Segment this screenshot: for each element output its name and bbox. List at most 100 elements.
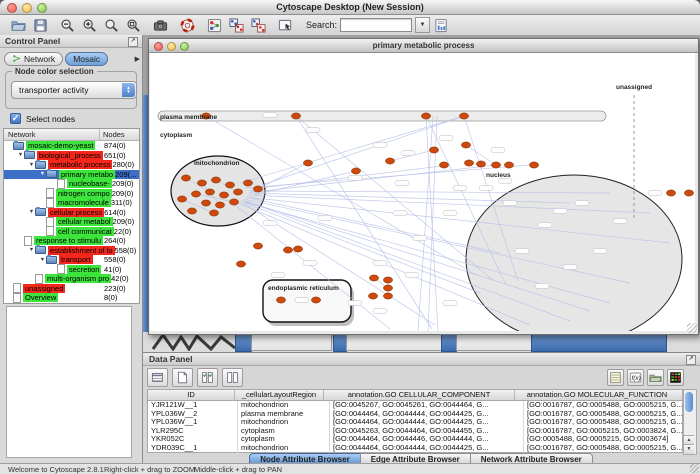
annotation-icon[interactable] (277, 17, 294, 34)
network-node[interactable] (383, 285, 392, 291)
tree-item-cellular-metabol[interactable]: cellular metabol209(0) (4, 217, 139, 227)
zoom-fit-icon[interactable] (103, 17, 120, 34)
network-node[interactable] (276, 297, 285, 303)
zoom-button[interactable] (37, 3, 47, 13)
tree-item-cell-communicat[interactable]: cell communicat22(0) (4, 227, 139, 237)
attribute-table[interactable]: ID_cellularLayoutRegionannotation.GO CEL… (147, 389, 683, 453)
select-nodes-checkbox[interactable]: ✓ (10, 113, 21, 124)
table-row[interactable]: YPL036W__2plasma membrane[GO:0044464, GO… (148, 410, 682, 419)
help-icon[interactable] (179, 17, 196, 34)
tree-item-cellular-process[interactable]: ▼cellular process614(0) (4, 208, 139, 218)
network-node[interactable] (253, 243, 262, 249)
network-node[interactable] (211, 177, 220, 183)
network-overview-icon[interactable] (206, 17, 223, 34)
tree-item-secretion[interactable]: secretion41(0) (4, 265, 139, 275)
snapshot-icon[interactable] (152, 17, 169, 34)
new-attribute-icon[interactable] (172, 368, 193, 387)
tree-item-metabolic-process[interactable]: ▼metabolic process280(0) (4, 160, 139, 170)
zoom-out-icon[interactable] (59, 17, 76, 34)
tree-item-overview[interactable]: Overview8(0) (4, 293, 139, 303)
network-node[interactable] (191, 191, 200, 197)
function-icon[interactable]: f(x) (627, 369, 644, 386)
network-node[interactable] (181, 175, 190, 181)
search-input[interactable] (340, 18, 412, 32)
window-resize-grip[interactable] (690, 464, 699, 473)
network-node[interactable] (383, 293, 392, 299)
attribute-grid-icon[interactable] (147, 368, 168, 387)
table-column-header[interactable]: annotation.GO CELLULAR_COMPONENT (324, 390, 515, 400)
table-column-header[interactable]: ID (148, 390, 235, 400)
search-settings-icon[interactable] (433, 17, 450, 34)
network-node[interactable] (293, 246, 302, 252)
zoom-in-icon[interactable] (81, 17, 98, 34)
network-node[interactable] (225, 182, 234, 188)
zoom-selected-icon[interactable] (125, 17, 142, 34)
network-canvas[interactable]: plasma membranecytoplasmmitochondrionnuc… (150, 53, 695, 331)
network-node[interactable] (215, 202, 224, 208)
network-node[interactable] (461, 142, 470, 148)
tree-item-transport[interactable]: ▼transport558(0) (4, 255, 139, 265)
network-node[interactable] (491, 162, 500, 168)
network-node[interactable] (369, 275, 378, 281)
zoom-button[interactable] (180, 42, 189, 51)
expand-arrow-icon[interactable]: ▼ (39, 257, 46, 263)
tree-item-nitrogen-compo[interactable]: nitrogen compo209(0) (4, 189, 139, 199)
expand-arrow-icon[interactable]: ▼ (39, 171, 46, 177)
select-attributes-icon[interactable] (197, 368, 218, 387)
expand-arrow-icon[interactable]: ▼ (28, 209, 35, 215)
heatmap-icon[interactable] (667, 369, 684, 386)
save-icon[interactable] (32, 17, 49, 34)
network-node[interactable] (303, 160, 312, 166)
tree-item-biological-process[interactable]: ▼biological_process651(0) (4, 151, 139, 161)
close-button[interactable] (7, 3, 17, 13)
tree-item-response-to-stimulu[interactable]: response to stimulu264(0) (4, 236, 139, 246)
network-view-window[interactable]: primary metabolic process plasma membran… (148, 38, 699, 335)
minimize-button[interactable] (22, 3, 32, 13)
network-node[interactable] (429, 147, 438, 153)
network-node[interactable] (383, 277, 392, 283)
window-resize-grip[interactable] (687, 323, 697, 333)
float-panel-icon[interactable]: ↗ (686, 355, 696, 365)
scrollbar-thumb[interactable] (685, 392, 693, 412)
network-node[interactable] (283, 247, 292, 253)
tree-item-establishment-of-lo[interactable]: ▼establishment of lo558(0) (4, 246, 139, 256)
network-node[interactable] (459, 113, 468, 119)
network-node[interactable] (201, 200, 210, 206)
vizmap-copy-b-icon[interactable] (250, 17, 267, 34)
import-table-icon[interactable] (647, 369, 664, 386)
tree-item-unassigned[interactable]: unassigned223(0) (4, 284, 139, 294)
table-row[interactable]: YKR052Ccytoplasm[GO:0044464, GO:0044446,… (148, 435, 682, 444)
unselect-attributes-icon[interactable] (222, 368, 243, 387)
open-folder-icon[interactable] (10, 17, 27, 34)
node-color-select[interactable]: transporter activity ▲▼ (11, 81, 137, 99)
tree-item-mosaic-demo-yeast[interactable]: mosaic-demo-yeast874(0) (4, 141, 139, 151)
network-node[interactable] (421, 113, 430, 119)
network-node[interactable] (684, 190, 693, 196)
tab-network[interactable]: Network (4, 52, 63, 66)
network-node[interactable] (219, 192, 228, 198)
network-node[interactable] (177, 196, 186, 202)
network-node[interactable] (504, 162, 513, 168)
tab-mosaic[interactable]: Mosaic (65, 52, 108, 66)
network-node[interactable] (351, 168, 360, 174)
network-node[interactable] (209, 210, 218, 216)
close-button[interactable] (154, 42, 163, 51)
network-node[interactable] (385, 158, 394, 164)
network-node[interactable] (243, 180, 252, 186)
table-column-header[interactable]: _cellularLayoutRegion (235, 390, 324, 400)
network-node[interactable] (291, 113, 300, 119)
network-node[interactable] (439, 162, 448, 168)
tree-item-primary-metabo[interactable]: ▼primary metabo209(... (4, 170, 139, 180)
float-panel-icon[interactable]: ↗ (128, 37, 138, 47)
network-node[interactable] (253, 186, 262, 192)
network-node[interactable] (233, 189, 242, 195)
table-row[interactable]: YJR121W__1mitochondrion[GO:0045267, GO:0… (148, 401, 682, 410)
network-node[interactable] (464, 160, 473, 166)
expand-arrow-icon[interactable]: ▼ (28, 162, 35, 168)
network-node[interactable] (187, 208, 196, 214)
table-row[interactable]: YLR295Ccytoplasm[GO:0045263, GO:0044464,… (148, 427, 682, 436)
tree-item-macromolecule[interactable]: macromolecule311(0) (4, 198, 139, 208)
tab-scroll-right-icon[interactable]: ▶ (135, 55, 140, 63)
table-column-header[interactable]: annotation.GO MOLECULAR_FUNCTION (515, 390, 679, 400)
network-node[interactable] (236, 261, 245, 267)
